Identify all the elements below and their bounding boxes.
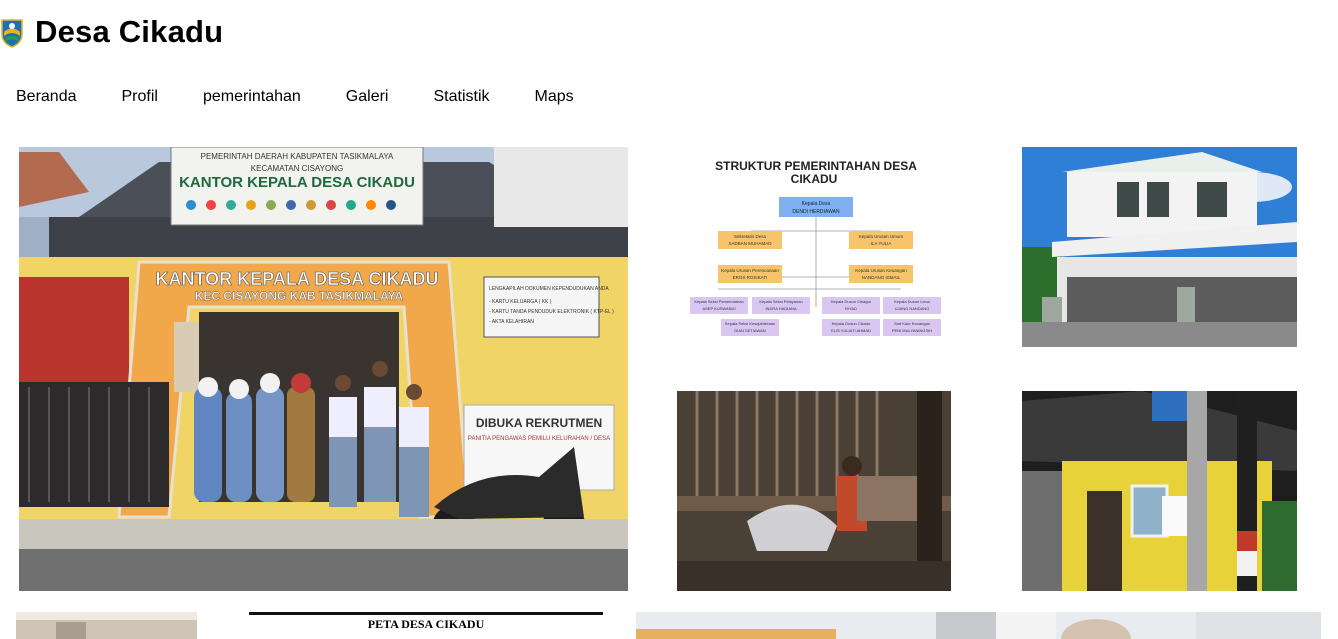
- gallery-photo-white-house[interactable]: [1022, 147, 1297, 347]
- gallery-org-chart[interactable]: STRUKTUR PEMERINTAHAN DESA CIKADU Kepala…: [676, 147, 952, 347]
- org-sekdes-role: Sekretaris Desa: [734, 234, 767, 239]
- gallery-photo-classroom[interactable]: [16, 612, 197, 639]
- org-dusun1-role: Kepala Dusun Cibagor: [831, 299, 872, 304]
- sign-line-2: KECAMATAN CISAYONG: [251, 164, 343, 173]
- org-chart-title-2: CIKADU: [791, 172, 838, 186]
- site-title[interactable]: Desa Cikadu: [35, 14, 223, 50]
- gallery-village-map[interactable]: PETA DESA CIKADU: [249, 612, 603, 639]
- facade-main: KANTOR KEPALA DESA CIKADU: [155, 269, 438, 289]
- board-item-2: - KARTU TANDA PENDUDUK ELEKTRONIK ( KTP-…: [489, 309, 614, 315]
- org-pemerintahan-name: ASEP KUSWANDI: [702, 306, 735, 311]
- org-dusun2-name: ELIS YULIATI AHMAD: [831, 328, 871, 333]
- nav-maps[interactable]: Maps: [535, 88, 574, 106]
- org-kesejahteraan-role: Kepala Seksi Kesejahteraan: [725, 321, 775, 326]
- org-head-name: DENDI HERDIAWAN: [792, 209, 840, 215]
- nav-pemerintahan[interactable]: pemerintahan: [203, 88, 301, 106]
- nav-statistik[interactable]: Statistik: [433, 88, 489, 106]
- gallery-photo-village-office[interactable]: PEMERINTAH DAERAH KABUPATEN TASIKMALAYA …: [19, 147, 628, 591]
- org-dusun1-name: RIYAD: [845, 306, 857, 311]
- org-pelayanan-role: Kepala Seksi Pelayanan: [759, 299, 802, 304]
- banner-title: DIBUKA REKRUTMEN: [476, 416, 602, 430]
- org-keuangan-name: NANDANG ISMAIL: [862, 275, 901, 280]
- banner-subtitle: PANITIA PENGAWAS PEMILU KELURAHAN / DESA: [468, 436, 610, 442]
- org-umum-role: Kepala Urusan Umum: [859, 234, 904, 239]
- board-title: LENGKAPILAH DOKUMEN KEPENDUDUKAN ANDA: [489, 286, 609, 292]
- org-chart-title-1: STRUKTUR PEMERINTAHAN DESA: [715, 159, 917, 173]
- map-title: PETA DESA CIKADU: [367, 617, 485, 631]
- org-sekdes-name: SADBAN MUHAMAD: [728, 241, 772, 246]
- org-kesejahteraan-name: DIAN SETIAWAN: [734, 328, 765, 333]
- gallery-photo-yellow-house[interactable]: [1022, 391, 1297, 591]
- org-perencanaan-role: Kepala Urusan Perencanaan: [721, 268, 779, 273]
- org-staf-role: Staf Kaur Keuangan: [894, 321, 930, 326]
- org-keuangan-role: Kepala Urusan Keuangan: [855, 268, 907, 273]
- org-dusun3-role: Kepala Dusun Lieus: [894, 299, 930, 304]
- org-staf-name: PENI MULYANINGSIH: [892, 328, 932, 333]
- village-emblem-icon[interactable]: [0, 16, 24, 48]
- gallery-photo-office-interior[interactable]: [636, 612, 1321, 639]
- sign-line-1: PEMERINTAH DAERAH KABUPATEN TASIKMALAYA: [201, 152, 394, 161]
- org-head-role: Kepala Desa: [802, 201, 831, 207]
- org-pelayanan-name: INDRA HADIANA: [765, 306, 796, 311]
- org-umum-name: ILA YULIA: [871, 241, 892, 246]
- site-header: Desa Cikadu: [0, 8, 223, 56]
- map-top-border: [249, 612, 603, 615]
- board-item-1: - KARTU KELUARGA ( KK ): [489, 299, 552, 305]
- nav-beranda[interactable]: Beranda: [16, 88, 77, 106]
- gallery-photo-workshop[interactable]: [677, 391, 951, 591]
- facade-sub: KEC CISAYONG KAB TASIKMALAYA: [195, 289, 404, 303]
- org-dusun2-role: Kepala Dusun Cikadu: [832, 321, 871, 326]
- org-dusun3-name: UJANG NANDANG: [895, 306, 930, 311]
- org-pemerintahan-role: Kepala Seksi Pemerintahan: [694, 299, 743, 304]
- main-nav: Beranda Profil pemerintahan Galeri Stati…: [16, 88, 619, 106]
- sign-main: KANTOR KEPALA DESA CIKADU: [179, 174, 415, 191]
- board-item-3: - AKTA KELAHIRAN: [489, 319, 534, 325]
- nav-galeri[interactable]: Galeri: [346, 88, 389, 106]
- nav-profil[interactable]: Profil: [122, 88, 158, 106]
- org-perencanaan-name: EROS ROSIKATI: [733, 275, 768, 280]
